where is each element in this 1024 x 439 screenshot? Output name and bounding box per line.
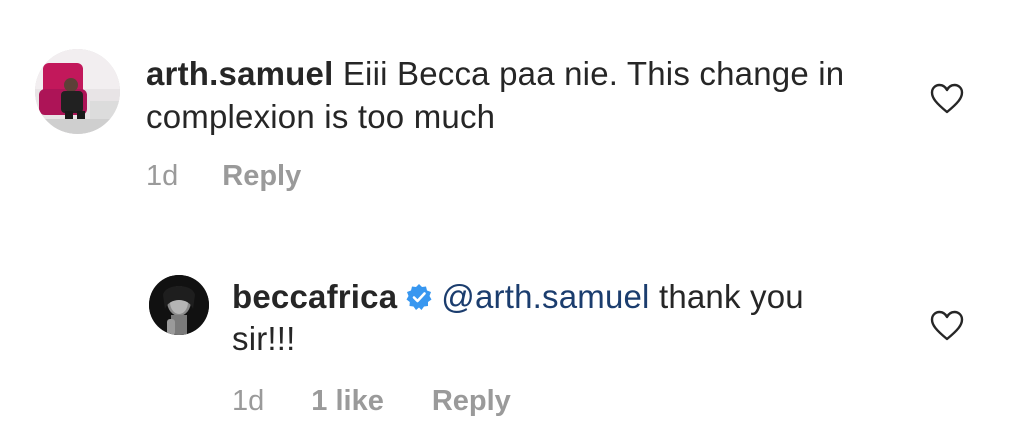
- comment: arth.samuel Eiii Becca paa nie. This cha…: [0, 0, 1024, 215]
- profile-photo: [149, 275, 209, 335]
- reply-username[interactable]: beccafrica: [232, 278, 397, 315]
- comment-username[interactable]: arth.samuel: [146, 55, 333, 92]
- comment-time[interactable]: 1d: [146, 160, 178, 193]
- profile-photo: [35, 49, 120, 134]
- reply-comment: beccafrica @arth.samuel thank you sir!!!…: [0, 215, 1024, 439]
- reply-body: beccafrica @arth.samuel thank you sir!!!: [232, 276, 872, 360]
- reply-button[interactable]: Reply: [432, 385, 511, 418]
- reply-meta: 1d 1 like Reply: [232, 385, 511, 418]
- likes-count[interactable]: 1 like: [311, 385, 384, 418]
- reply-button[interactable]: Reply: [222, 160, 301, 193]
- verified-badge-icon: [406, 284, 432, 310]
- avatar[interactable]: [35, 49, 120, 134]
- reply-time[interactable]: 1d: [232, 385, 264, 418]
- avatar[interactable]: [149, 275, 209, 335]
- mention-link[interactable]: @arth.samuel: [441, 278, 649, 315]
- comment-meta: 1d Reply: [146, 160, 301, 193]
- heart-outline-icon[interactable]: [930, 310, 964, 342]
- comment-body: arth.samuel Eiii Becca paa nie. This cha…: [146, 52, 846, 138]
- heart-outline-icon[interactable]: [930, 83, 964, 115]
